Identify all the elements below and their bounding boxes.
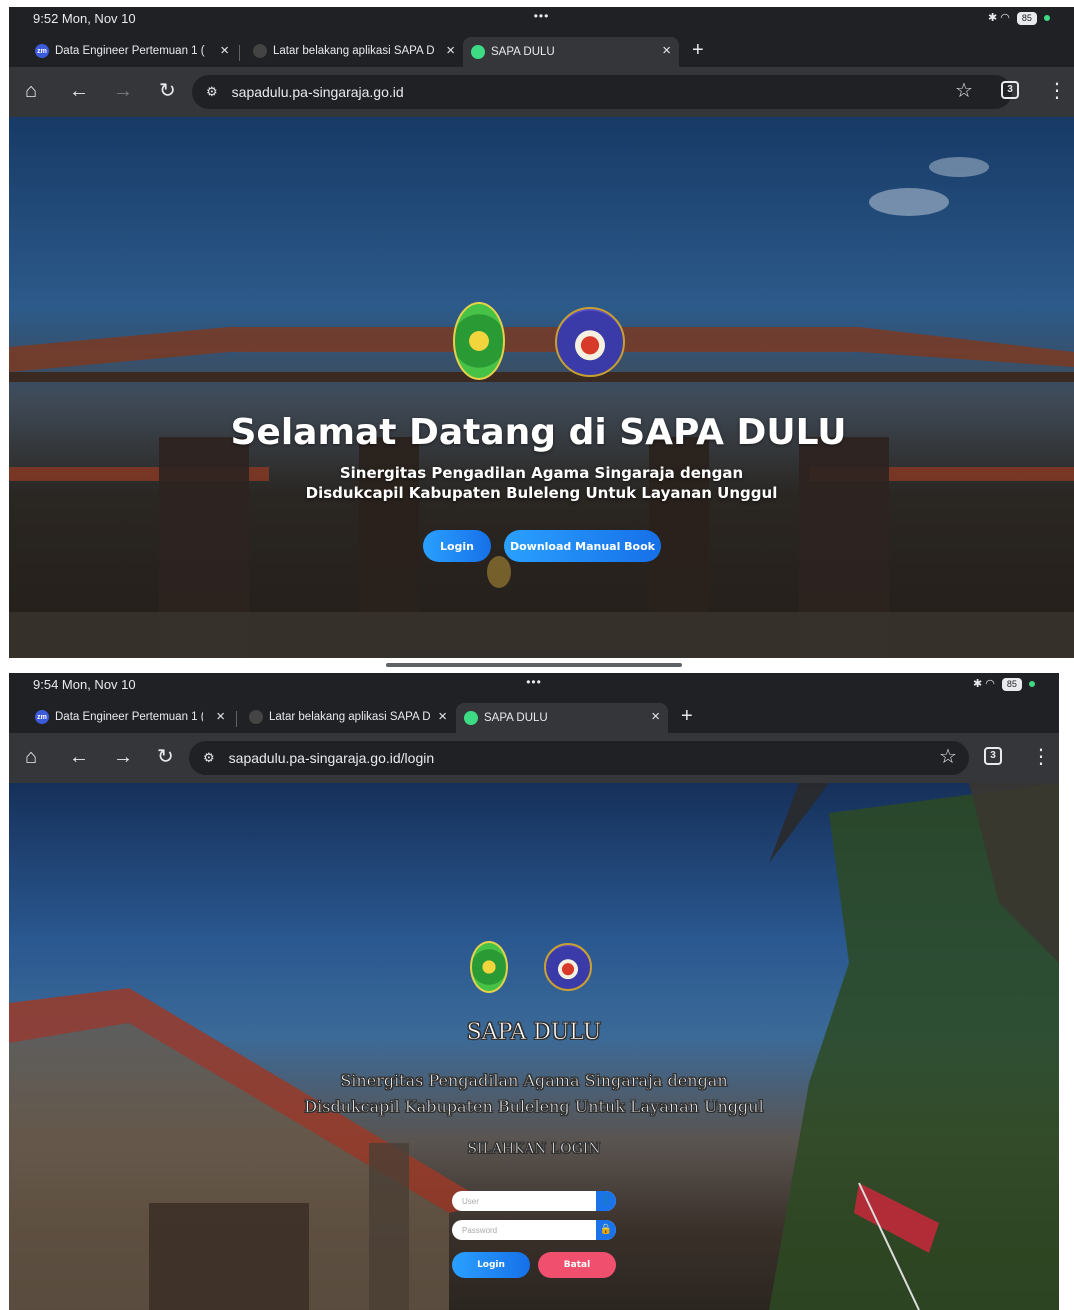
welcome-heading: Selamat Datang di SAPA DULU — [230, 412, 847, 453]
home-icon[interactable]: ⌂ — [25, 745, 37, 769]
zoom-favicon-icon: zm — [35, 710, 49, 724]
landing-screenshot: 9:52 Mon, Nov 10 ••• ✱ ◠ 85 zm Data Engi… — [9, 7, 1074, 658]
building-backdrop — [9, 157, 1074, 658]
login-hero-section: SAPA DULU Sinergitas Pengadilan Agama Si… — [9, 783, 1059, 1310]
zoom-favicon-icon: zm — [35, 44, 49, 58]
status-time: 9:52 Mon, Nov 10 — [33, 11, 136, 26]
sapa-favicon-icon — [464, 711, 478, 725]
reload-icon[interactable]: ↻ — [157, 745, 174, 769]
tab-data-engineer[interactable]: zm Data Engineer Pertemuan 1 (29 × — [27, 703, 233, 731]
login-prompt: SILAHKAN LOGIN — [467, 1141, 601, 1158]
tab-latar-belakang[interactable]: Latar belakang aplikasi SAPA D × — [241, 703, 455, 731]
tab-title: SAPA DULU — [484, 712, 548, 724]
pa-singaraja-logo — [470, 941, 508, 993]
system-icons: ✱ ◠ 85 — [973, 677, 1035, 691]
login-button[interactable]: Login — [423, 530, 491, 562]
pa-singaraja-logo — [453, 302, 505, 380]
wifi-icon: ◠ — [985, 678, 995, 690]
tab-sapa-dulu[interactable]: SAPA DULU × — [463, 37, 679, 67]
camera-indicator-icon — [1044, 15, 1050, 21]
browser-toolbar: ⌂ ← → ↻ ⚙ sapadulu.pa-singaraja.go.id/lo… — [9, 733, 1059, 783]
bluetooth-icon: ✱ — [972, 678, 983, 690]
tab-switcher-icon[interactable]: 3 — [984, 747, 1002, 765]
battery-icon: 85 — [1001, 678, 1022, 691]
tab-close-icon[interactable]: × — [216, 708, 225, 725]
subtitle-line-2: Disdukcapil Kabupaten Buleleng Untuk Lay… — [305, 484, 778, 502]
menu-kebab-icon[interactable]: ⋮ — [1031, 745, 1051, 769]
password-input[interactable] — [452, 1220, 592, 1240]
app-title: SAPA DULU — [466, 1020, 602, 1046]
user-input[interactable] — [452, 1191, 592, 1211]
login-button[interactable]: Login — [452, 1252, 530, 1278]
tab-close-icon[interactable]: × — [220, 42, 229, 59]
tab-data-engineer[interactable]: zm Data Engineer Pertemuan 1 (29 × — [27, 37, 237, 65]
tab-strip: zm Data Engineer Pertemuan 1 (29 × Latar… — [9, 699, 1059, 733]
tab-title: Data Engineer Pertemuan 1 (29 — [55, 45, 205, 57]
hero-section: Selamat Datang di SAPA DULU Sinergitas P… — [9, 117, 1074, 658]
status-time: 9:54 Mon, Nov 10 — [33, 677, 136, 692]
menu-kebab-icon[interactable]: ⋮ — [1047, 79, 1067, 103]
address-bar[interactable]: ⚙ sapadulu.pa-singaraja.go.id/login — [189, 741, 969, 775]
bluetooth-icon: ✱ — [987, 12, 998, 24]
tab-title: SAPA DULU — [491, 46, 555, 58]
site-settings-icon[interactable]: ⚙ — [206, 84, 218, 100]
tab-title: Latar belakang aplikasi SAPA D — [269, 711, 431, 723]
tab-divider — [236, 711, 237, 727]
camera-indicator-icon — [1029, 681, 1035, 687]
status-bar: 9:54 Mon, Nov 10 ••• ✱ ◠ 85 — [9, 673, 1059, 699]
lock-icon: 🔒 — [596, 1220, 616, 1240]
sapa-favicon-icon — [471, 45, 485, 59]
address-bar[interactable]: ⚙ sapadulu.pa-singaraja.go.id — [192, 75, 1012, 109]
disdukcapil-logo — [544, 943, 592, 991]
cancel-button[interactable]: Batal — [538, 1252, 616, 1278]
site-settings-icon[interactable]: ⚙ — [203, 750, 215, 766]
disdukcapil-logo — [555, 307, 625, 377]
new-tab-icon[interactable]: + — [692, 39, 704, 62]
split-divider-handle[interactable] — [386, 663, 682, 667]
tab-close-icon[interactable]: × — [651, 708, 660, 725]
url-text: sapadulu.pa-singaraja.go.id — [231, 84, 404, 100]
download-manual-button[interactable]: Download Manual Book — [504, 530, 661, 562]
tab-title: Latar belakang aplikasi SAPA D — [273, 45, 435, 57]
more-dots-icon: ••• — [526, 675, 542, 689]
back-icon[interactable]: ← — [69, 79, 89, 103]
tab-title: Data Engineer Pertemuan 1 (29 — [55, 711, 203, 723]
status-bar: 9:52 Mon, Nov 10 ••• ✱ ◠ 85 — [9, 7, 1074, 33]
reload-icon[interactable]: ↻ — [159, 79, 176, 103]
tab-close-icon[interactable]: × — [662, 42, 671, 59]
home-icon[interactable]: ⌂ — [25, 79, 37, 103]
battery-icon: 85 — [1016, 12, 1037, 25]
tab-switcher-icon[interactable]: 3 — [1001, 81, 1019, 99]
subtitle-line-1: Sinergitas Pengadilan Agama Singaraja de… — [339, 464, 744, 482]
login-screenshot: 9:54 Mon, Nov 10 ••• ✱ ◠ 85 zm Data Engi… — [9, 673, 1059, 1310]
globe-favicon-icon — [253, 44, 267, 58]
tab-close-icon[interactable]: × — [446, 42, 455, 59]
bookmark-star-icon[interactable]: ☆ — [939, 745, 957, 769]
forward-icon[interactable]: → — [113, 745, 133, 769]
subtitle-line-2: Disdukcapil Kabupaten Buleleng Untuk Lay… — [304, 1097, 764, 1117]
tab-strip: zm Data Engineer Pertemuan 1 (29 × Latar… — [9, 33, 1074, 67]
user-icon: 👤 — [596, 1191, 616, 1211]
tab-close-icon[interactable]: × — [438, 708, 447, 725]
tab-sapa-dulu[interactable]: SAPA DULU × — [456, 703, 668, 733]
more-dots-icon: ••• — [533, 9, 550, 23]
new-tab-icon[interactable]: + — [681, 705, 693, 728]
bookmark-star-icon[interactable]: ☆ — [955, 79, 973, 103]
url-text: sapadulu.pa-singaraja.go.id/login — [228, 750, 435, 766]
password-field: 🔒 — [452, 1220, 616, 1240]
system-icons: ✱ ◠ 85 — [988, 11, 1050, 25]
tab-divider — [239, 45, 240, 61]
browser-toolbar: ⌂ ← → ↻ ⚙ sapadulu.pa-singaraja.go.id ☆ … — [9, 67, 1074, 117]
wifi-icon: ◠ — [1000, 12, 1010, 24]
back-icon[interactable]: ← — [69, 745, 89, 769]
forward-icon[interactable]: → — [113, 79, 133, 103]
tab-latar-belakang[interactable]: Latar belakang aplikasi SAPA D × — [245, 37, 463, 65]
subtitle-line-1: Sinergitas Pengadilan Agama Singaraja de… — [340, 1071, 728, 1091]
user-field: 👤 — [452, 1191, 616, 1211]
globe-favicon-icon — [249, 710, 263, 724]
